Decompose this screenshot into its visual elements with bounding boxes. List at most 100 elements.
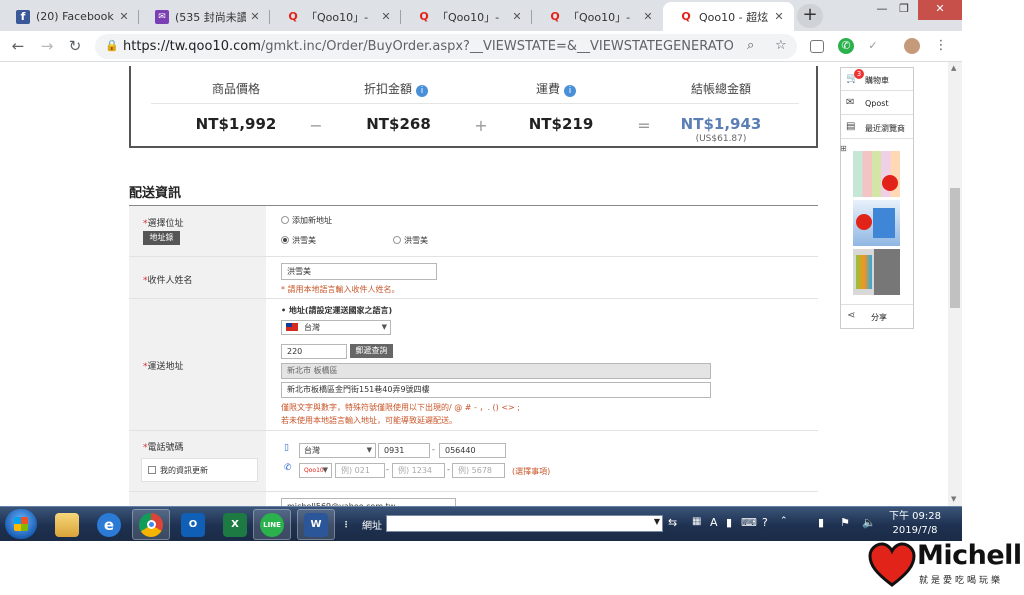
- email-row: michell569@yahoo.com.tw: [129, 492, 818, 506]
- country-select[interactable]: 台灣 ▼: [281, 320, 391, 335]
- tel-carrier-select[interactable]: Qoo10 ▼: [299, 463, 332, 478]
- tray-input-icon[interactable]: ▮: [726, 516, 732, 529]
- zipcode-input[interactable]: 220: [281, 344, 347, 359]
- tab-qoo10-2[interactable]: Q 「Qoo10」- 【 ✕: [401, 2, 532, 31]
- page-viewport: 商品價格 折扣金額 i 運費 i 結帳總金額 NT$1,992 − NT$268 +…: [0, 62, 948, 506]
- section-title: 配送資訊: [129, 186, 182, 201]
- tel-area-input[interactable]: 例) 021: [335, 463, 385, 478]
- mobile-number-input[interactable]: 056440: [439, 443, 506, 458]
- taskbar-overflow-icon[interactable]: ⋮: [340, 509, 352, 540]
- cart-count-badge: 3: [854, 69, 864, 79]
- tab-facebook[interactable]: f (20) Facebook ✕: [0, 2, 139, 31]
- address-option-2-radio[interactable]: 洪雪美: [393, 235, 428, 246]
- email-input[interactable]: michell569@yahoo.com.tw: [281, 498, 456, 506]
- product-price-label: 商品價格: [211, 82, 260, 96]
- tel-number-input[interactable]: 例) 5678: [452, 463, 505, 478]
- forward-icon[interactable]: →: [37, 36, 57, 56]
- page-scrollbar[interactable]: ▲ ▼: [948, 62, 962, 506]
- address-bar[interactable]: 🔒 https://tw.qoo10.com/gmkt.inc/Order/Bu…: [95, 34, 797, 59]
- profile-avatar[interactable]: [904, 38, 920, 54]
- info-icon[interactable]: i: [416, 85, 428, 97]
- close-tab-icon[interactable]: ✕: [115, 10, 133, 23]
- address-option-1-radio[interactable]: 洪雪美: [281, 235, 316, 246]
- info-icon[interactable]: i: [564, 85, 576, 97]
- sitemap-icon[interactable]: ⊞: [840, 144, 847, 153]
- help-icon[interactable]: ?: [762, 516, 768, 529]
- tab-qoo10-1[interactable]: Q 「Qoo10」- 【 ✕: [270, 2, 401, 31]
- close-tab-icon[interactable]: ✕: [377, 10, 395, 23]
- close-tab-icon[interactable]: ✕: [770, 10, 788, 23]
- mobile-country-select[interactable]: 台灣 ▼: [299, 443, 376, 458]
- tray-expand-icon[interactable]: ⌃: [780, 516, 788, 526]
- close-tab-icon[interactable]: ✕: [508, 10, 526, 23]
- tab-qoo10-3[interactable]: Q 「Qoo10」- 【 ✕: [532, 2, 663, 31]
- recent-product-thumbnail[interactable]: [853, 249, 900, 295]
- extension-whatsapp-icon[interactable]: ✆: [838, 38, 854, 54]
- flag-icon[interactable]: ⚑: [840, 516, 850, 529]
- chevron-down-icon: ▼: [653, 517, 660, 526]
- radio-icon: [393, 236, 401, 244]
- tray-app-icon[interactable]: ▦: [692, 516, 701, 527]
- word-icon[interactable]: W: [297, 509, 335, 540]
- scroll-thumb[interactable]: [950, 188, 960, 308]
- zip-search-button[interactable]: 郵遞查詢: [350, 344, 393, 358]
- menu-dots-icon[interactable]: ⋮: [933, 38, 949, 54]
- chrome-icon[interactable]: [132, 509, 170, 540]
- extension-check-icon[interactable]: ✓: [865, 38, 881, 54]
- mobile-prefix-input[interactable]: 0931: [378, 443, 430, 458]
- tab-qoo10-active[interactable]: Q Qoo10 - 超炫 ✕: [663, 2, 794, 31]
- recipient-hint: * 請用本地語言輸入收件人姓名。: [281, 285, 400, 294]
- address-book-button[interactable]: 地址錄: [143, 231, 180, 245]
- taskbar-address-input[interactable]: ▼: [386, 515, 663, 532]
- reload-icon[interactable]: ↻: [65, 36, 85, 56]
- close-tab-icon[interactable]: ✕: [639, 10, 657, 23]
- phone-label: *電話號碼: [143, 443, 184, 453]
- tab-mail[interactable]: ✉ (535 封尚未讀郵 ✕: [139, 2, 270, 31]
- close-window-button[interactable]: ✕: [918, 0, 962, 20]
- maximize-button[interactable]: ❐: [890, 0, 918, 20]
- scroll-down-icon: ▼: [951, 495, 957, 503]
- row-label: *運送地址: [129, 299, 266, 430]
- tray-ime-icon[interactable]: A: [710, 516, 718, 529]
- tel-prefix-input[interactable]: 例) 1234: [392, 463, 445, 478]
- sidebar-item-cart[interactable]: 🛒 3 購物車: [841, 68, 913, 91]
- recipient-name-input[interactable]: 洪雪美: [281, 263, 437, 280]
- bookmark-star-icon[interactable]: ☆: [775, 38, 787, 53]
- ie-icon[interactable]: e: [90, 509, 128, 540]
- delivery-address-label: *運送地址: [143, 362, 184, 372]
- zoom-icon[interactable]: ⌕: [747, 38, 754, 53]
- start-button[interactable]: [5, 509, 37, 539]
- recipient-row: *收件人姓名 洪雪美 * 請用本地語言輸入收件人姓名。: [129, 257, 818, 299]
- watermark-brand: Michell: [917, 540, 1022, 571]
- address-select-label: *選擇位址: [143, 219, 184, 229]
- tray-keyboard-icon[interactable]: ⌨: [741, 516, 757, 529]
- quick-sidebar: 🛒 3 購物車 ✉ Qpost ▤ 最近瀏覽商 ⋖ 分享: [840, 67, 914, 329]
- sidebar-item-qpost[interactable]: ✉ Qpost: [841, 92, 913, 115]
- sidebar-item-recent[interactable]: ▤ 最近瀏覽商: [841, 116, 913, 139]
- new-tab-button[interactable]: +: [797, 4, 823, 28]
- outlook-icon[interactable]: O: [174, 509, 212, 540]
- total-usd-value: (US$61.87): [695, 134, 747, 144]
- street-address-input[interactable]: 新北市板橋區金門街151巷40弄9號四樓: [281, 382, 711, 398]
- tray-device-icon[interactable]: ▮: [818, 516, 824, 529]
- go-arrow-icon[interactable]: ⇆: [668, 516, 677, 529]
- sidebar-item-share[interactable]: ⋖ 分享: [841, 304, 913, 328]
- update-info-checkbox[interactable]: 我的資訊更新: [141, 458, 258, 482]
- add-new-address-radio[interactable]: 添加新地址: [281, 215, 332, 226]
- volume-icon[interactable]: 🔈: [862, 516, 876, 529]
- recent-product-thumbnail[interactable]: [853, 151, 900, 197]
- tab-title: (535 封尚未讀郵: [175, 10, 246, 24]
- taiwan-flag-icon: [286, 323, 298, 331]
- recent-product-thumbnail[interactable]: [853, 200, 900, 246]
- back-icon[interactable]: ←: [8, 36, 28, 56]
- line-icon[interactable]: LINE: [253, 509, 291, 540]
- mail-icon: ✉: [155, 9, 169, 24]
- tab-title: Qoo10 - 超炫: [699, 10, 769, 24]
- shipping-form: *選擇位址 地址錄 添加新地址 洪雪美 洪雪美 *收件人姓名 洪雪美 * 請用本…: [129, 205, 818, 506]
- excel-icon[interactable]: X: [216, 509, 254, 540]
- explorer-icon[interactable]: [48, 509, 86, 540]
- close-tab-icon[interactable]: ✕: [246, 10, 264, 23]
- taskbar-clock[interactable]: 下午 09:28 2019/7/8: [880, 510, 950, 538]
- url-text[interactable]: https://tw.qoo10.com/gmkt.inc/Order/BuyO…: [123, 39, 733, 54]
- extension-chat-icon[interactable]: [810, 40, 824, 53]
